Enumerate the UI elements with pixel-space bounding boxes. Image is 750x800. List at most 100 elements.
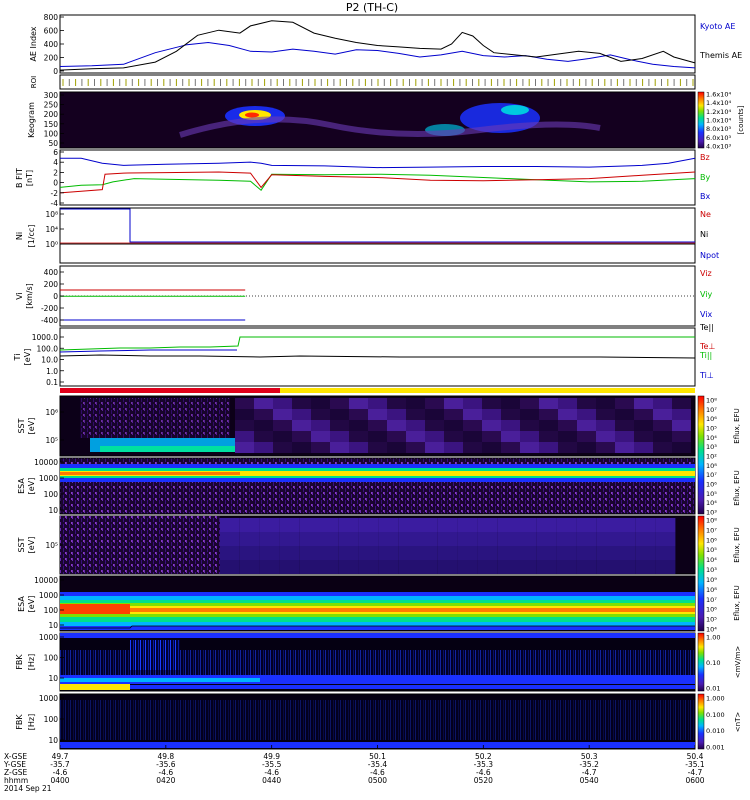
keogram-tick-label: 50	[48, 139, 58, 148]
sst-ion-cell	[596, 431, 615, 442]
fbk-e-colorbar-tick-label: 1.00	[706, 634, 720, 642]
legend-te-par: Te||	[699, 323, 714, 332]
sst-elec-cell	[418, 546, 438, 560]
sst-elec-cell	[556, 532, 577, 546]
elec-colorbar-tick-label: 10⁴	[706, 556, 717, 564]
sst-ion-cell	[235, 431, 254, 442]
keogram-ylabel: Keogram	[27, 102, 36, 138]
legend-viz: Viz	[700, 269, 712, 278]
sst-elec-cell	[477, 546, 498, 560]
sst-ion-cell	[672, 398, 691, 409]
sst-ion-cell	[311, 420, 330, 431]
sst-elec-tick-label: 10⁵	[45, 541, 58, 550]
sst-ion-cell	[539, 398, 558, 409]
ion-colorbar-tick-label: 10⁷	[706, 471, 717, 479]
sst-elec-cell	[378, 560, 399, 574]
x-axis-tick-label: 0520	[474, 776, 493, 785]
esa-elec-band-early	[60, 604, 130, 614]
fbk-e-unit: [Hz]	[27, 654, 36, 670]
sst-ion-cell	[273, 398, 292, 409]
density-unit: [1/cc]	[27, 225, 36, 248]
sst-elec-cell	[378, 546, 399, 560]
elec-colorbar-label-sst: Eflux, EFU	[733, 527, 741, 562]
sst-elec-cell	[338, 546, 359, 560]
legend-by: By	[700, 173, 710, 182]
sst-ion-cell	[235, 398, 254, 409]
ion-colorbar-tick-label: 10⁴	[706, 499, 717, 507]
sst-ion-cell	[387, 442, 406, 453]
sst-elec-cell	[536, 532, 557, 546]
legend-vix: Vix	[700, 310, 713, 319]
legend-themis-ae: Themis AE	[699, 51, 742, 60]
keogram-colorbar-tick-label: 1.6x10⁴	[706, 91, 731, 99]
esa-ion-tick-label: 10000	[34, 458, 58, 467]
fbk-b-colorbar-tick-label: 0.010	[706, 727, 725, 735]
sst-elec-cell	[378, 518, 399, 532]
sst-elec-cell	[398, 518, 418, 532]
sst-elec-cell	[220, 518, 240, 532]
keogram-colorbar-tick-label: 1.4x10⁴	[706, 99, 731, 107]
sst-ion-cell	[615, 420, 634, 431]
sst-ion-cell	[596, 420, 615, 431]
sst-elec-cell	[497, 532, 517, 546]
fbk-e-tick-label: 100	[44, 654, 59, 663]
sst-ion-cell	[406, 442, 425, 453]
sst-elec-cell	[437, 518, 458, 532]
sst-ion-cell	[634, 442, 653, 453]
sst-elec-cell	[437, 546, 458, 560]
sst-ion-cell	[387, 409, 406, 420]
fbk-e-ylabel: FBK	[15, 654, 24, 670]
sst-ion-cell	[463, 409, 482, 420]
elec-colorbar	[697, 515, 705, 632]
sst-elec-noise	[60, 516, 220, 574]
fbk-b-tick-label: 10	[48, 736, 58, 745]
sst-elec-cell	[358, 546, 379, 560]
elec-colorbar-tick-label: 10⁴	[706, 626, 717, 634]
sst-elec-cell	[517, 560, 537, 574]
sst-ion-cell	[349, 431, 368, 442]
sst-ion-panel: SST [eV] 10⁶ 10⁵	[17, 395, 696, 457]
sst-ion-cell	[501, 409, 520, 420]
sst-ion-cell	[254, 442, 273, 453]
sst-elec-cell	[398, 560, 418, 574]
sst-elec-cell	[279, 560, 300, 574]
sst-elec-cell	[437, 532, 458, 546]
sst-elec-cell	[576, 518, 597, 532]
ion-colorbar-tick-label: 10⁶	[706, 481, 717, 489]
keogram-frame	[59, 91, 696, 149]
keogram-colorbar	[697, 91, 705, 149]
sst-ion-cell	[577, 431, 596, 442]
sst-ion-cell	[349, 398, 368, 409]
roi-ylabel: ROI	[30, 76, 38, 88]
ion-colorbar-tick-label: 10³	[706, 443, 717, 451]
ae-tick-label: 200	[44, 54, 59, 63]
sst-ion-cell	[368, 420, 387, 431]
sst-elec-cell	[358, 532, 379, 546]
keogram-colorbar-tick-label: 4.0x10³	[706, 143, 731, 151]
sst-elec-cell	[299, 546, 319, 560]
legend-te-perp: Te⊥	[699, 342, 715, 351]
sst-elec-cell	[358, 518, 379, 532]
sst-ion-cell	[444, 431, 463, 442]
sst-ion-cell	[444, 409, 463, 420]
sst-elec-cell	[497, 546, 517, 560]
density-frame	[59, 207, 696, 264]
sst-ion-cell	[634, 398, 653, 409]
sst-ion-cell	[501, 431, 520, 442]
sst-ion-cell	[482, 398, 501, 409]
ion-colorbar-tick-label: 10⁸	[706, 397, 717, 405]
sst-ion-cell	[444, 398, 463, 409]
velocity-tick-label: 200	[44, 280, 59, 289]
velocity-panel: Vi [km/s] 400 200 0 -200 -400 Viz Viy Vix	[15, 265, 713, 327]
summary-plot: P2 (TH-C) AE Index 8006004002000 Kyoto A…	[3, 1, 745, 793]
sst-elec-cell	[437, 560, 458, 574]
sst-ion-cell	[254, 431, 273, 442]
sst-elec-cell	[556, 560, 577, 574]
temperature-ylabel: Ti	[13, 354, 22, 362]
sst-elec-cell	[616, 546, 636, 560]
roi-panel: ROI	[30, 74, 696, 90]
legend-bx: Bx	[700, 192, 710, 201]
ion-colorbar-tick-label: 10⁵	[706, 425, 717, 433]
sst-elec-cell	[457, 532, 478, 546]
legend-ti-par: Ti||	[699, 351, 712, 360]
